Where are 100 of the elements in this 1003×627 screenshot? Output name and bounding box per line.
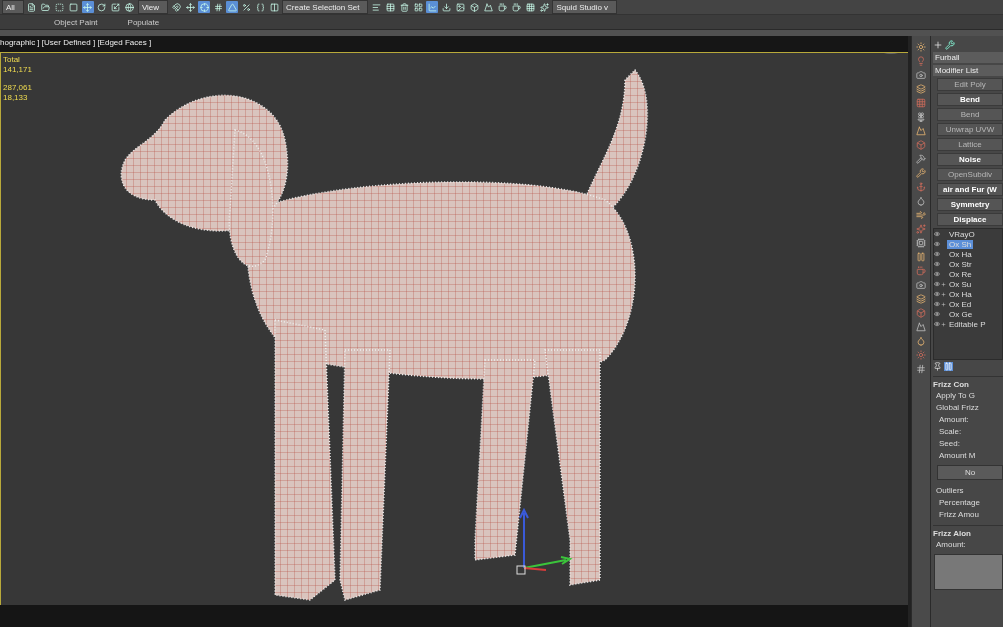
tool-icon[interactable] (916, 210, 926, 220)
rollout-title[interactable]: Frizz Con (933, 376, 1003, 389)
toolbar-icon[interactable] (412, 1, 425, 13)
tool-icon[interactable] (916, 126, 926, 136)
stats-text: 287,061 (3, 83, 32, 93)
param-label: Frizz Amou (938, 510, 980, 520)
toolbar-icon[interactable] (440, 1, 453, 13)
curve-graph[interactable] (934, 554, 1003, 590)
ribbon-tab[interactable]: Object Paint (54, 17, 98, 27)
toolbar-dropdown[interactable]: Squid Studio v (552, 0, 618, 14)
tool-icon[interactable] (916, 182, 926, 192)
eye-icon[interactable] (934, 261, 940, 267)
rollout-button[interactable]: No (937, 465, 1003, 480)
tool-icon[interactable] (916, 238, 926, 248)
toolbar-icon[interactable] (123, 1, 136, 13)
eye-icon[interactable] (934, 271, 940, 277)
modifier-button[interactable]: Displace (937, 213, 1003, 226)
create-icon[interactable] (933, 40, 943, 50)
eye-icon[interactable] (934, 291, 940, 297)
object-name-field[interactable]: Furball (933, 52, 1003, 63)
param-label: Scale: (938, 427, 963, 437)
toolbar-icon[interactable] (184, 1, 197, 13)
stack-item[interactable]: Ox Str (947, 259, 974, 269)
eye-icon[interactable] (934, 241, 940, 247)
toolbar-icon[interactable] (67, 1, 80, 13)
tool-icon[interactable] (916, 70, 926, 80)
rollout-label: Outliers (935, 486, 965, 496)
toolbar-icon[interactable] (95, 1, 108, 13)
stats-text: Total (3, 55, 21, 65)
eye-icon[interactable] (934, 311, 940, 317)
expand-icon[interactable] (941, 321, 946, 327)
toolbar-icon[interactable] (538, 1, 551, 13)
eye-icon[interactable] (934, 301, 940, 307)
tool-icon[interactable] (916, 154, 926, 164)
toolbar-icon[interactable] (426, 1, 439, 13)
modifier-button[interactable]: Symmetry (937, 198, 1003, 211)
tool-icon[interactable] (916, 364, 926, 374)
stack-item[interactable]: Ox Ge (947, 309, 975, 319)
expand-icon[interactable] (941, 281, 946, 287)
toolbar-icon[interactable] (398, 1, 411, 13)
toolbar-dropdown[interactable]: All (2, 0, 24, 14)
toolbar-icon[interactable] (482, 1, 495, 13)
eye-icon[interactable] (934, 251, 940, 257)
toolbar-icon[interactable] (496, 1, 509, 13)
rollout-label: Global Frizz (935, 403, 980, 413)
toolbar-icon[interactable] (510, 1, 523, 13)
tool-icon[interactable] (916, 112, 926, 122)
rollout-label: Apply To G (935, 391, 976, 401)
stack-item[interactable]: Ox Re (947, 269, 974, 279)
modifier-button[interactable]: Noise (937, 153, 1003, 166)
tool-icon[interactable] (916, 98, 926, 108)
tool-icon[interactable] (916, 350, 926, 360)
toolbar-icon[interactable] (524, 1, 537, 13)
toolbar-icon[interactable] (198, 1, 211, 13)
toolbar-icon[interactable] (254, 1, 267, 13)
stats-text: 141,171 (3, 65, 32, 75)
toolbar-icon[interactable] (268, 1, 281, 13)
tool-icon[interactable] (916, 42, 926, 52)
toolbar-icon[interactable] (454, 1, 467, 13)
expand-icon[interactable] (941, 291, 946, 297)
toolbar-icon[interactable] (370, 1, 383, 13)
tool-icon[interactable] (916, 294, 926, 304)
stack-item[interactable]: Ox Ha (947, 249, 974, 259)
viewport[interactable]: Total 141,171 287,061 18,133 (0, 52, 908, 605)
stack-item[interactable]: Ox Ed (947, 299, 974, 309)
toolbar-icon[interactable] (212, 1, 225, 13)
toolbar-icon[interactable] (53, 1, 66, 13)
eye-icon[interactable] (934, 281, 940, 287)
pin-icon[interactable] (933, 362, 942, 371)
toolbar-icon[interactable] (39, 1, 52, 13)
stack-item[interactable]: Ox Ha (947, 289, 974, 299)
modifier-list-dropdown[interactable]: Modifier List (933, 65, 1003, 76)
toolbar-icon[interactable] (468, 1, 481, 13)
stack-item[interactable]: VRayO (947, 229, 977, 239)
tool-icon[interactable] (916, 280, 926, 290)
pause-icon[interactable] (944, 362, 953, 371)
tool-icon[interactable] (916, 84, 926, 94)
modifier-button[interactable]: air and Fur (W (937, 183, 1003, 196)
expand-icon[interactable] (941, 301, 946, 307)
stack-item[interactable]: Ox Su (947, 279, 974, 289)
toolbar-icon[interactable] (384, 1, 397, 13)
toolbar-icon[interactable] (240, 1, 253, 13)
param-label: Amount: (938, 415, 970, 425)
toolbar-icon[interactable] (81, 1, 94, 13)
rollout-label: Amount: (935, 540, 967, 550)
toolbar-dropdown[interactable]: View (137, 0, 169, 14)
tool-icon[interactable] (916, 252, 926, 262)
eye-icon[interactable] (934, 231, 940, 237)
toolbar-icon[interactable] (109, 1, 122, 13)
ribbon-tab[interactable]: Populate (127, 17, 160, 27)
rollout-title[interactable]: Frizz Alon (933, 525, 1003, 538)
tool-icon[interactable] (916, 168, 926, 178)
toolbar-icon[interactable] (25, 1, 38, 13)
tool-icon[interactable] (916, 196, 926, 206)
modifier-button[interactable]: Bend (937, 93, 1003, 106)
toolbar-icon[interactable] (226, 1, 239, 13)
toolbar-icon[interactable] (170, 1, 183, 13)
eye-icon[interactable] (934, 321, 940, 327)
stack-item[interactable]: Editable P (947, 319, 988, 329)
toolbar-dropdown[interactable]: Create Selection Set (282, 0, 369, 14)
